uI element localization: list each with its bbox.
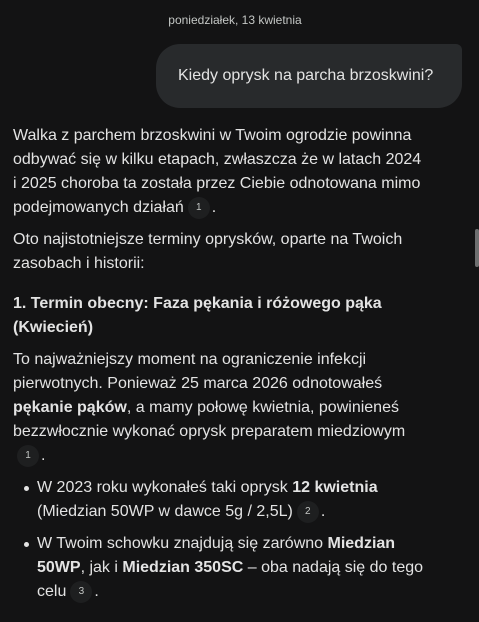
- paragraph-text: Oto najistotniejsze terminy oprysków, op…: [13, 231, 403, 272]
- period: .: [94, 583, 99, 600]
- bold-text: 12 kwietnia: [292, 479, 378, 496]
- list-text: W 2023 roku wykonałeś taki oprysk: [37, 479, 293, 496]
- list-text: (Miedzian 50WP w dawce 5g / 2,5L): [37, 503, 293, 520]
- list-item: W Twoim schowku znajdują się zarówno Mie…: [13, 532, 429, 604]
- response-paragraph: Walka z parchem brzoskwini w Twoim ogrod…: [13, 124, 429, 220]
- assistant-response: Walka z parchem brzoskwini w Twoim ogrod…: [13, 124, 429, 612]
- list-item: W 2023 roku wykonałeś taki oprysk 12 kwi…: [13, 476, 429, 524]
- citation-chip[interactable]: 2: [296, 500, 319, 523]
- list-text: W Twoim schowku znajdują się zarówno: [37, 535, 328, 552]
- conversation-date: poniedziałek, 13 kwietnia: [168, 13, 302, 27]
- paragraph-text: To najważniejszy moment na ograniczenie …: [13, 351, 383, 392]
- period: .: [41, 447, 46, 464]
- scrollbar-thumb[interactable]: [475, 229, 479, 267]
- response-paragraph: Oto najistotniejsze terminy oprysków, op…: [13, 228, 429, 276]
- user-message-bubble: Kiedy oprysk na parcha brzoskwini?: [156, 44, 462, 108]
- citation-chip[interactable]: 3: [70, 580, 93, 603]
- paragraph-text: Walka z parchem brzoskwini w Twoim ogrod…: [13, 127, 422, 216]
- section-heading: 1. Termin obecny: Faza pękania i różoweg…: [13, 295, 382, 336]
- bold-text: Miedzian 350SC: [122, 559, 244, 576]
- period: .: [320, 503, 326, 520]
- period: .: [211, 199, 217, 216]
- bold-text: pękanie pąków: [13, 399, 127, 416]
- response-paragraph: To najważniejszy moment na ograniczenie …: [13, 348, 429, 468]
- list-text: , jak i: [80, 559, 123, 576]
- bullet-list: W 2023 roku wykonałeś taki oprysk 12 kwi…: [13, 476, 429, 604]
- citation-chip[interactable]: 1: [187, 196, 210, 219]
- citation-chip[interactable]: 1: [17, 444, 39, 467]
